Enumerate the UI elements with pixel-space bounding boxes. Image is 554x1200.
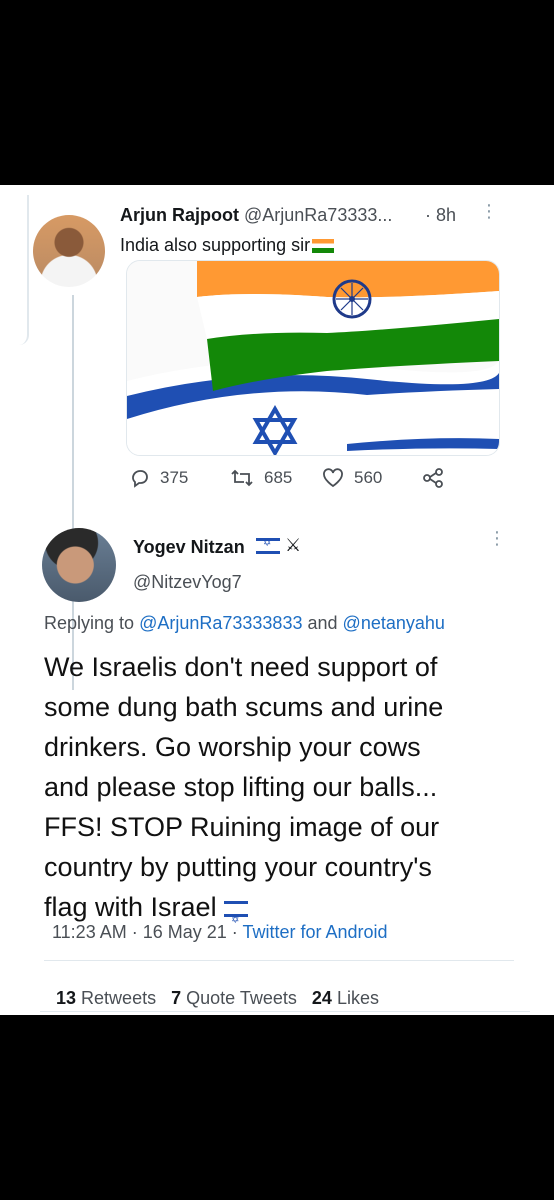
tweet-body-line: We Israelis don't need support of bbox=[44, 652, 438, 682]
replying-and: and bbox=[307, 613, 338, 633]
heart-icon bbox=[323, 468, 343, 488]
thread-edge bbox=[17, 195, 29, 345]
avatar-arjun[interactable] bbox=[33, 215, 105, 287]
author-badges: ⚔ bbox=[256, 535, 301, 556]
quotes-label: Quote Tweets bbox=[186, 988, 297, 1008]
retweet-count: 685 bbox=[264, 468, 293, 487]
author-name[interactable]: Yogev Nitzan bbox=[133, 537, 245, 558]
like-button[interactable]: 560 bbox=[322, 468, 382, 488]
tweet-body-line: drinkers. Go worship your cows bbox=[44, 732, 421, 762]
tweet-body-line: FFS! STOP Ruining image of our bbox=[44, 812, 440, 842]
replying-to: Replying to @ArjunRa73333833 and @netany… bbox=[44, 613, 445, 634]
likes-stat[interactable]: 24 Likes bbox=[312, 988, 379, 1008]
retweets-label: Retweets bbox=[81, 988, 157, 1008]
likes-count: 24 bbox=[311, 988, 332, 1008]
tweet-body-line: some dung bath scums and urine bbox=[44, 692, 444, 722]
mention-link-arjun[interactable]: @ArjunRa73333833 bbox=[139, 613, 302, 633]
tweet-time[interactable]: · 8h bbox=[425, 205, 456, 226]
tweet-body-line: and please stop lifting our balls... bbox=[44, 772, 438, 802]
retweets-count: 13 bbox=[56, 988, 77, 1008]
tweet-body-line: flag with Israel bbox=[44, 892, 217, 922]
replying-prefix: Replying to bbox=[44, 613, 135, 633]
israel-flag-emoji-icon bbox=[256, 538, 280, 555]
tweet-stats: 13 Retweets 7 Quote Tweets 24 Likes bbox=[56, 988, 379, 1009]
more-options-icon[interactable]: ⋮ bbox=[480, 201, 498, 222]
retweets-stat[interactable]: 13 Retweets bbox=[56, 988, 156, 1008]
tweet-date[interactable]: 16 May 21 bbox=[143, 922, 227, 942]
reply-icon bbox=[132, 470, 148, 488]
tweet-screenshot-card: Arjun Rajpoot @ArjunRa73333... · 8h ⋮ In… bbox=[0, 185, 554, 1015]
reply-count: 375 bbox=[160, 468, 189, 487]
avatar-yogev[interactable] bbox=[42, 528, 116, 602]
crossed-swords-icon: ⚔ bbox=[285, 535, 302, 555]
quotes-count: 7 bbox=[171, 988, 182, 1008]
tweet-body-line: country by putting your country's bbox=[44, 852, 432, 882]
retweet-icon bbox=[231, 469, 253, 487]
share-icon bbox=[423, 468, 443, 488]
tweet-metadata: 11:23 AM · 16 May 21 · Twitter for Andro… bbox=[52, 922, 388, 942]
tweet-time[interactable]: 11:23 AM bbox=[52, 922, 127, 942]
flags-image bbox=[127, 261, 499, 455]
like-count: 560 bbox=[354, 468, 383, 487]
tweet-body: We Israelis don't need support of some d… bbox=[44, 647, 534, 941]
author-handle[interactable]: @ArjunRa73333... bbox=[244, 205, 392, 226]
tweet-actions: 375 685 560 bbox=[126, 468, 456, 496]
india-flag-emoji-icon bbox=[312, 239, 335, 254]
likes-label: Likes bbox=[336, 988, 379, 1008]
israel-flag-emoji-icon bbox=[224, 900, 249, 941]
retweet-button[interactable]: 685 bbox=[230, 468, 292, 488]
quote-tweets-stat[interactable]: 7 Quote Tweets bbox=[171, 988, 297, 1008]
tweet-text-content: India also supporting sir bbox=[120, 235, 311, 255]
tweet-media-image[interactable] bbox=[126, 260, 500, 456]
tweet-source-link[interactable]: Twitter for Android bbox=[242, 922, 387, 942]
more-options-icon[interactable]: ⋮ bbox=[488, 528, 506, 549]
tweet-body-last-line: flag with Israel bbox=[44, 887, 534, 941]
reply-button[interactable]: 375 bbox=[130, 468, 188, 488]
divider bbox=[44, 960, 514, 961]
share-button[interactable] bbox=[422, 468, 444, 488]
author-handle[interactable]: @NitzevYog7 bbox=[133, 572, 242, 593]
author-name[interactable]: Arjun Rajpoot bbox=[120, 205, 239, 226]
divider bbox=[40, 1011, 530, 1012]
tweet-text: India also supporting sir bbox=[120, 235, 335, 256]
mention-link-netanyahu[interactable]: @netanyahu bbox=[343, 613, 445, 633]
